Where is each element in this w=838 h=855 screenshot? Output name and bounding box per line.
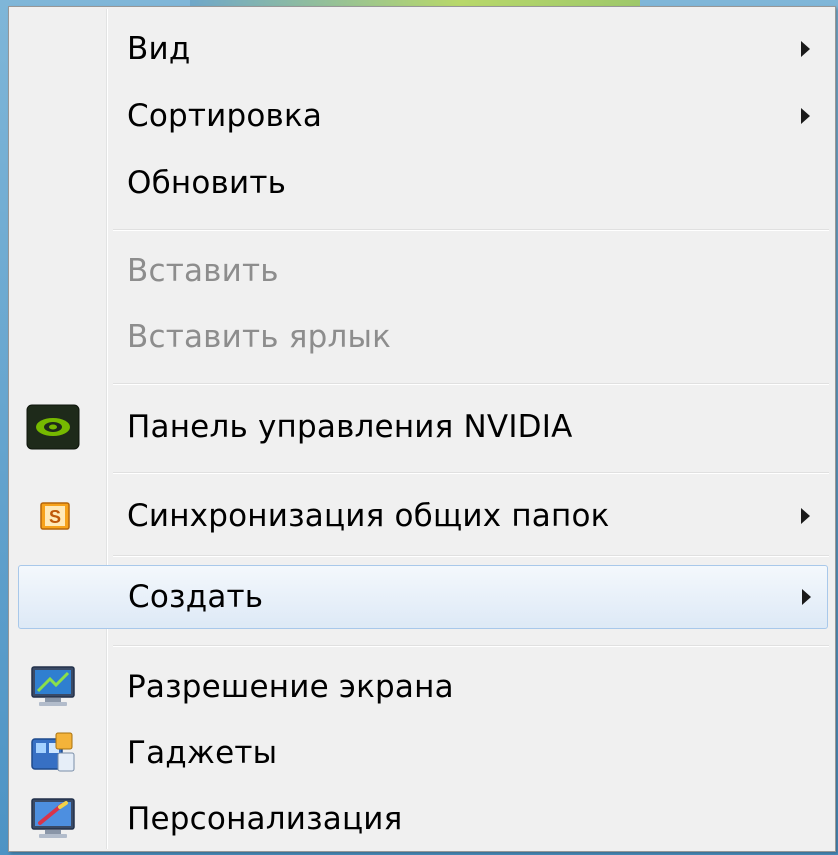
menu-item-sync-shared-folders[interactable]: S Синхронизация общих папок (12, 486, 832, 546)
sharepoint-s-icon: S (40, 502, 70, 530)
personalization-icon (30, 797, 76, 841)
icon-letter: S (49, 507, 61, 527)
nvidia-icon (26, 404, 80, 450)
menu-item-personalization[interactable]: Персонализация (12, 789, 832, 849)
submenu-arrow-icon (802, 589, 811, 605)
menu-item-label: Вид (127, 31, 191, 67)
submenu-arrow-icon (801, 108, 810, 124)
menu-separator (113, 555, 829, 557)
menu-separator (113, 229, 829, 231)
menu-item-label: Вставить ярлык (127, 319, 392, 355)
menu-item-nvidia-control-panel[interactable]: Панель управления NVIDIA (12, 397, 832, 457)
menu-item-paste[interactable]: Вставить (12, 241, 832, 301)
menu-item-label: Панель управления NVIDIA (127, 409, 573, 445)
menu-item-refresh[interactable]: Обновить (12, 153, 832, 213)
menu-item-view[interactable]: Вид (12, 19, 832, 79)
menu-item-label: Разрешение экрана (127, 669, 454, 705)
gadgets-icon (30, 731, 76, 775)
menu-separator (113, 472, 829, 474)
menu-item-label: Создать (128, 579, 264, 615)
menu-item-screen-resolution[interactable]: Разрешение экрана (12, 657, 832, 717)
menu-item-sort[interactable]: Сортировка (12, 86, 832, 146)
menu-item-label: Персонализация (127, 801, 403, 837)
menu-item-label: Вставить (127, 253, 279, 289)
menu-item-label: Гаджеты (127, 735, 278, 771)
menu-item-label: Обновить (127, 165, 287, 201)
submenu-arrow-icon (801, 508, 810, 524)
submenu-arrow-icon (801, 41, 810, 57)
menu-separator (113, 383, 829, 385)
menu-item-gadgets[interactable]: Гаджеты (12, 723, 832, 783)
menu-separator (113, 645, 829, 647)
menu-item-label: Синхронизация общих папок (127, 498, 610, 534)
menu-item-new[interactable]: Создать (18, 565, 828, 629)
menu-item-label: Сортировка (127, 98, 323, 134)
desktop-context-menu: Вид Сортировка Обновить Вставить Вставит… (8, 6, 836, 852)
menu-item-paste-shortcut[interactable]: Вставить ярлык (12, 307, 832, 367)
screen-resolution-icon (30, 665, 76, 709)
